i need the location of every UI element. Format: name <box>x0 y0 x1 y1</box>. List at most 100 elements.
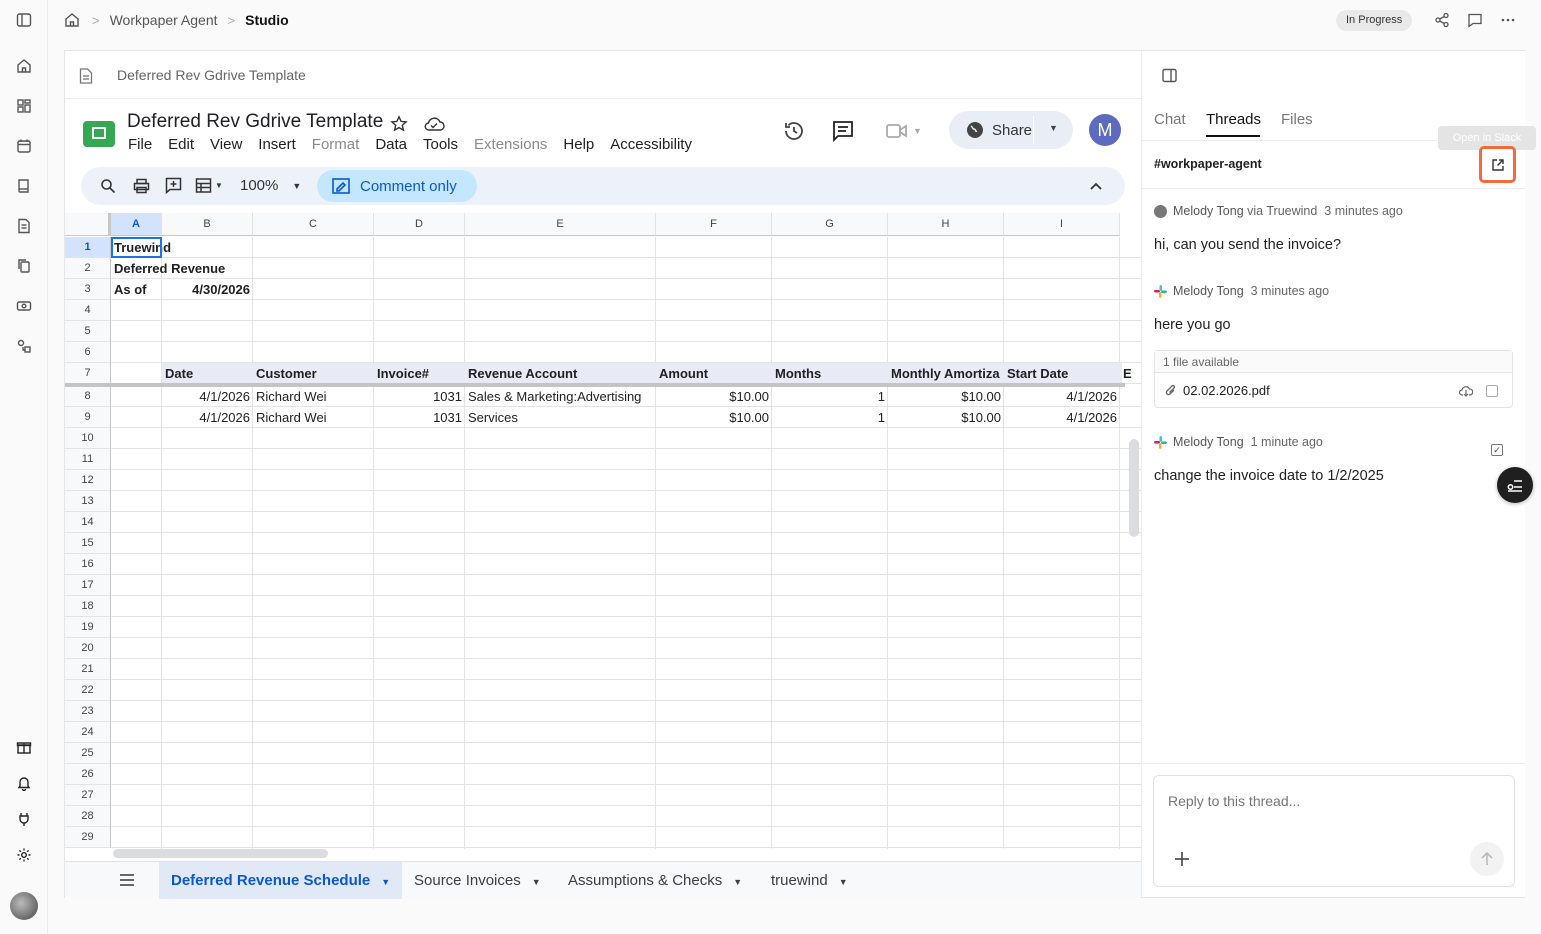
grid-cell[interactable]: 1031 <box>374 407 465 428</box>
reply-input[interactable] <box>1168 790 1488 812</box>
grid-cell[interactable]: $10.00 <box>656 407 772 428</box>
tab-threads[interactable]: Threads <box>1206 111 1261 128</box>
row-header[interactable]: 14 <box>65 512 111 533</box>
spreadsheet-grid[interactable]: A B C D E F G H I 1 2 3 4 5 6 7 8 9 10 11 12 13 14 15 16 17 18 19 20… <box>65 213 1141 849</box>
grid-corner[interactable] <box>65 213 111 236</box>
attachment-filename[interactable]: 02.02.2026.pdf <box>1183 383 1270 398</box>
row-header[interactable]: 19 <box>65 617 111 638</box>
menu-data[interactable]: Data <box>375 136 407 153</box>
column-header[interactable]: G <box>772 213 888 236</box>
row-header[interactable]: 18 <box>65 596 111 617</box>
print-icon[interactable] <box>133 178 150 194</box>
sheet-tab-source-invoices[interactable]: Source Invoices ▼ <box>402 862 553 899</box>
add-attachment-icon[interactable] <box>1174 851 1190 867</box>
money-icon[interactable] <box>14 296 34 316</box>
tab-chat[interactable]: Chat <box>1154 111 1186 128</box>
row-header[interactable]: 13 <box>65 491 111 512</box>
grid-cell[interactable]: $10.00 <box>656 386 772 407</box>
account-avatar[interactable]: M <box>1089 114 1121 146</box>
comment-icon[interactable] <box>1461 6 1489 34</box>
grid-cell[interactable]: Date <box>162 363 253 384</box>
column-header[interactable]: A <box>111 213 162 236</box>
sheet-tab-assumptions-checks[interactable]: Assumptions & Checks ▼ <box>556 862 754 899</box>
row-header[interactable]: 28 <box>65 806 111 827</box>
row-header[interactable]: 9 <box>65 407 111 428</box>
open-in-slack-button[interactable] <box>1479 146 1516 183</box>
sheet-tab-deferred-revenue-schedule[interactable]: Deferred Revenue Schedule ▼ <box>159 862 403 899</box>
zoom-select[interactable]: 100% ▼ <box>240 177 301 194</box>
grid-cell[interactable]: 1031 <box>374 386 465 407</box>
grid-cell[interactable]: Services <box>465 407 656 428</box>
row-header[interactable]: 12 <box>65 470 111 491</box>
more-options-icon[interactable] <box>1494 6 1522 34</box>
search-icon[interactable] <box>100 178 116 194</box>
files-icon[interactable] <box>14 256 34 276</box>
grid-cell[interactable]: $10.00 <box>888 407 1004 428</box>
column-header[interactable]: D <box>374 213 465 236</box>
column-header[interactable]: H <box>888 213 1004 236</box>
row-header[interactable]: 5 <box>65 321 111 342</box>
menu-extensions[interactable]: Extensions <box>474 136 547 153</box>
star-icon[interactable] <box>390 115 408 133</box>
menu-file[interactable]: File <box>128 136 152 153</box>
menu-help[interactable]: Help <box>563 136 594 153</box>
row-header[interactable]: 11 <box>65 449 111 470</box>
checkbox-icon[interactable] <box>1486 385 1498 397</box>
send-button[interactable] <box>1470 842 1504 876</box>
vertical-scrollbar[interactable] <box>1129 439 1139 537</box>
column-header[interactable]: B <box>162 213 253 236</box>
row-header[interactable]: 22 <box>65 680 111 701</box>
row-header[interactable]: 16 <box>65 554 111 575</box>
share-dropdown-icon[interactable]: ▼ <box>1049 123 1058 133</box>
row-header[interactable]: 20 <box>65 638 111 659</box>
row-header[interactable]: 15 <box>65 533 111 554</box>
tab-files[interactable]: Files <box>1281 111 1313 128</box>
grid-cell[interactable]: Monthly Amortiza <box>888 363 1004 384</box>
column-header[interactable]: E <box>465 213 656 236</box>
all-sheets-menu-icon[interactable] <box>119 873 135 887</box>
dashboard-icon[interactable] <box>14 96 34 116</box>
book-icon[interactable] <box>14 176 34 196</box>
breadcrumb-workpaper-agent[interactable]: Workpaper Agent <box>110 12 218 28</box>
grid-cell[interactable]: Richard Wei <box>253 386 374 407</box>
add-comment-icon[interactable] <box>165 177 182 194</box>
table-options-icon[interactable]: ▼ <box>195 177 223 194</box>
row-header[interactable]: 26 <box>65 764 111 785</box>
mark-done-icon[interactable]: ✓ <box>1491 444 1503 456</box>
row-header[interactable]: 24 <box>65 722 111 743</box>
row-header[interactable]: 29 <box>65 827 111 848</box>
grid-cell[interactable]: Revenue Account <box>465 363 656 384</box>
meet-icon[interactable]: ▼ <box>885 121 922 141</box>
settings-gear-icon[interactable] <box>14 845 34 865</box>
row-header[interactable]: 10 <box>65 428 111 449</box>
plug-icon[interactable] <box>14 809 34 829</box>
menu-view[interactable]: View <box>210 136 242 153</box>
cloud-saved-icon[interactable] <box>423 115 445 133</box>
column-header[interactable]: C <box>253 213 374 236</box>
share-button[interactable]: Share ▼ <box>949 111 1073 149</box>
user-avatar[interactable] <box>10 892 38 920</box>
grid-cell[interactable]: 4/1/2026 <box>162 407 253 428</box>
home-breadcrumb-icon[interactable] <box>64 11 82 29</box>
panel-toggle-icon[interactable] <box>1162 68 1177 83</box>
grid-cell[interactable]: 4/1/2026 <box>1004 386 1120 407</box>
row-header[interactable]: 7 <box>65 363 111 384</box>
comments-icon[interactable] <box>831 119 855 143</box>
row-header[interactable]: 1 <box>65 237 111 258</box>
grid-cell[interactable]: Amount <box>656 363 772 384</box>
share-icon[interactable] <box>1428 6 1456 34</box>
floating-toggle-button[interactable] <box>1497 467 1533 503</box>
menu-format[interactable]: Format <box>312 136 360 153</box>
grid-cell[interactable]: 4/1/2026 <box>162 386 253 407</box>
grid-cell[interactable]: $10.00 <box>888 386 1004 407</box>
grid-cell[interactable]: 4/1/2026 <box>1004 407 1120 428</box>
grid-cell[interactable]: Invoice# <box>374 363 465 384</box>
bell-icon[interactable] <box>14 773 34 793</box>
grid-cell[interactable]: 1 <box>772 407 888 428</box>
grid-cell[interactable]: 4/30/2026 <box>162 279 253 300</box>
row-header[interactable]: 2 <box>65 258 111 279</box>
calendar-icon[interactable] <box>14 136 34 156</box>
row-header[interactable]: 6 <box>65 342 111 363</box>
menu-tools[interactable]: Tools <box>423 136 458 153</box>
row-header[interactable]: 3 <box>65 279 111 300</box>
